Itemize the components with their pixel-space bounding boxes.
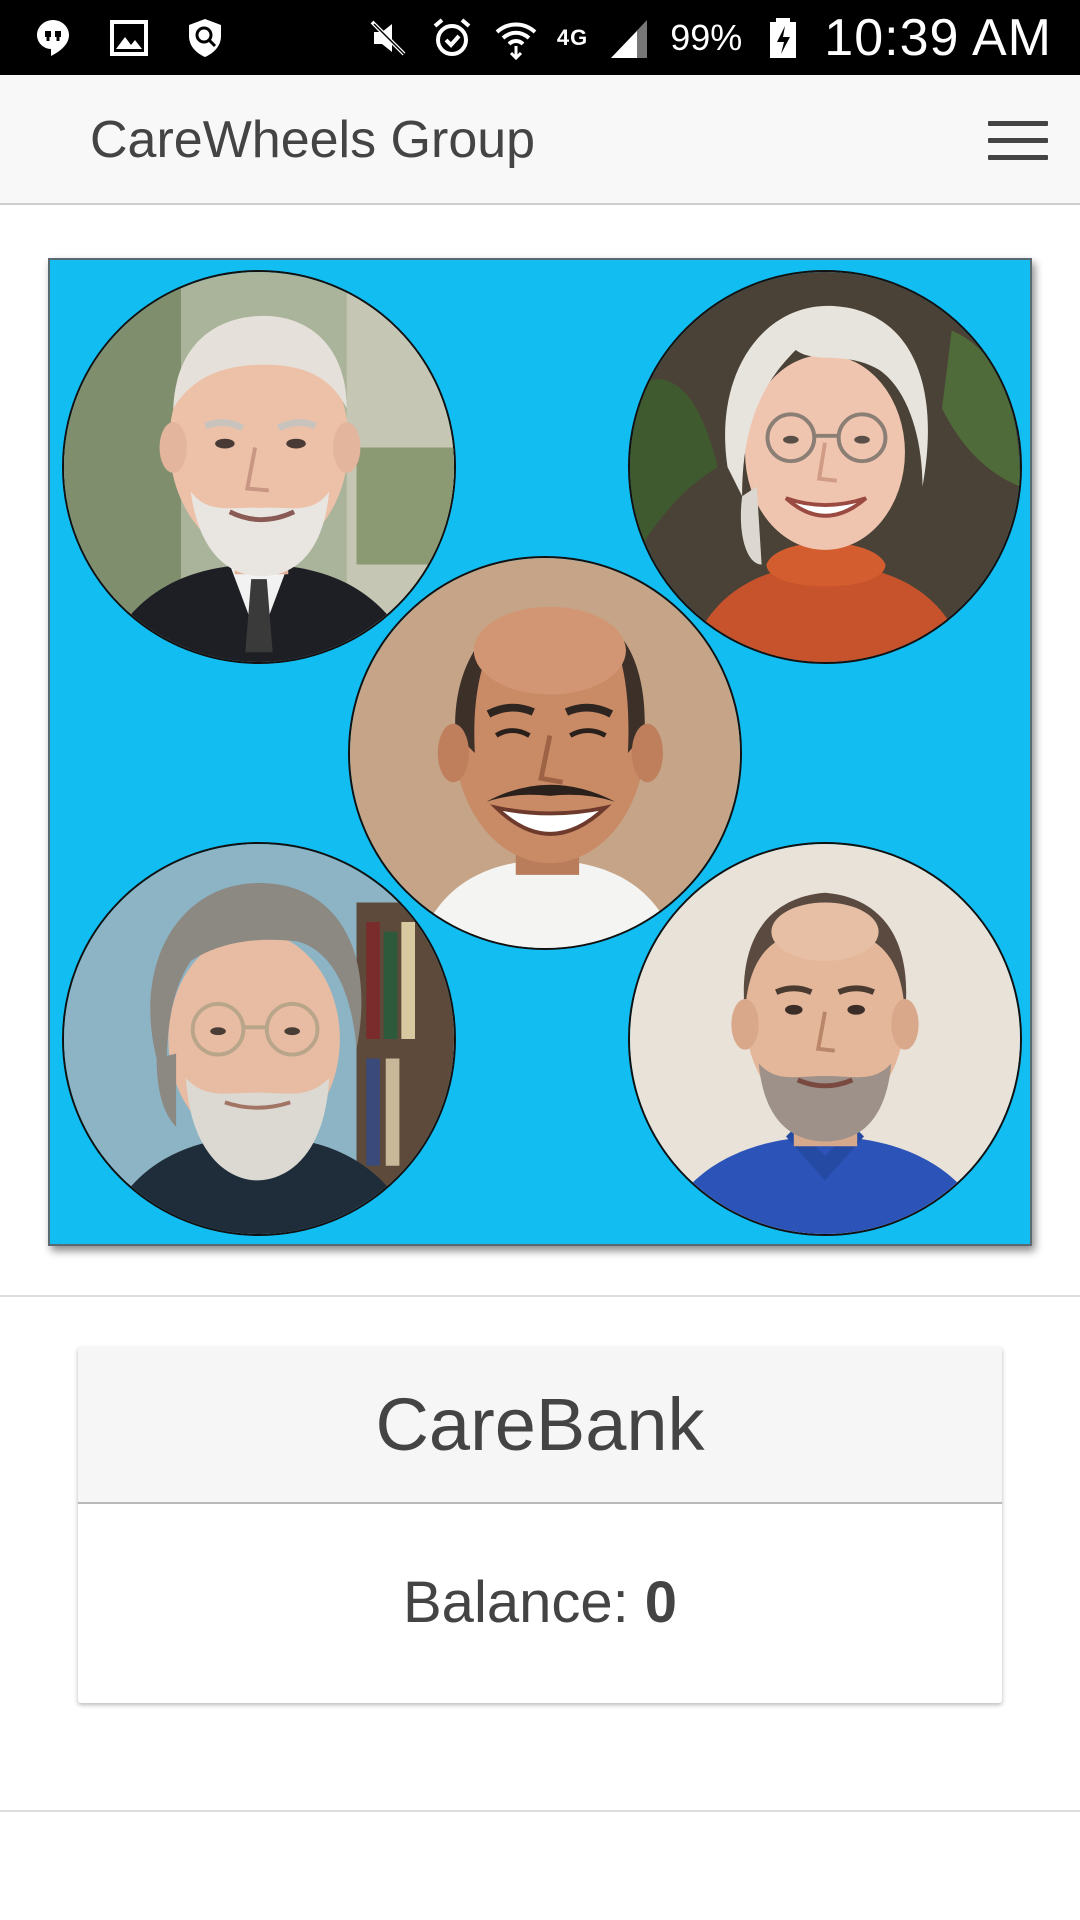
menu-bar-top xyxy=(988,120,1048,126)
menu-bar-middle xyxy=(988,137,1048,143)
notification-icons xyxy=(30,0,228,75)
network-type-label: 4G xyxy=(556,24,589,50)
mute-icon xyxy=(365,15,411,61)
page-title: CareWheels Group xyxy=(90,111,536,169)
member-photo-man-glasses-beard[interactable] xyxy=(62,842,456,1236)
section-divider xyxy=(0,1810,1080,1812)
member-photo-woman-white-hair[interactable] xyxy=(628,270,1022,664)
group-members-panel xyxy=(48,258,1032,1246)
gallery-icon xyxy=(106,15,152,61)
menu-bar-bottom xyxy=(988,154,1048,160)
member-photo-elderly-man-suit[interactable] xyxy=(62,270,456,664)
signal-icon xyxy=(606,15,652,61)
security-icon xyxy=(182,15,228,61)
balance-label: Balance: xyxy=(403,1570,629,1635)
battery-charging-icon xyxy=(760,15,806,61)
clock: 10:39 AM xyxy=(824,8,1052,67)
carebank-balance: Balance: 0 xyxy=(78,1504,1002,1701)
hangouts-icon xyxy=(30,15,76,61)
member-photo-man-mustache[interactable] xyxy=(348,556,742,950)
status-bar: 4G 99% 10:39 AM xyxy=(0,0,1080,75)
carebank-card: CareBank Balance: 0 xyxy=(78,1347,1002,1703)
app-header: CareWheels Group xyxy=(0,75,1080,205)
wifi-icon xyxy=(493,15,539,61)
system-status-icons: 4G 99% 10:39 AM xyxy=(365,0,1052,75)
alarm-icon xyxy=(429,15,475,61)
hamburger-menu-icon[interactable] xyxy=(988,109,1054,171)
member-photo-man-blue-shirt[interactable] xyxy=(628,842,1022,1236)
section-divider xyxy=(0,1295,1080,1297)
carebank-title: CareBank xyxy=(78,1347,1002,1504)
balance-value: 0 xyxy=(644,1570,677,1635)
battery-percent: 99% xyxy=(670,16,743,58)
